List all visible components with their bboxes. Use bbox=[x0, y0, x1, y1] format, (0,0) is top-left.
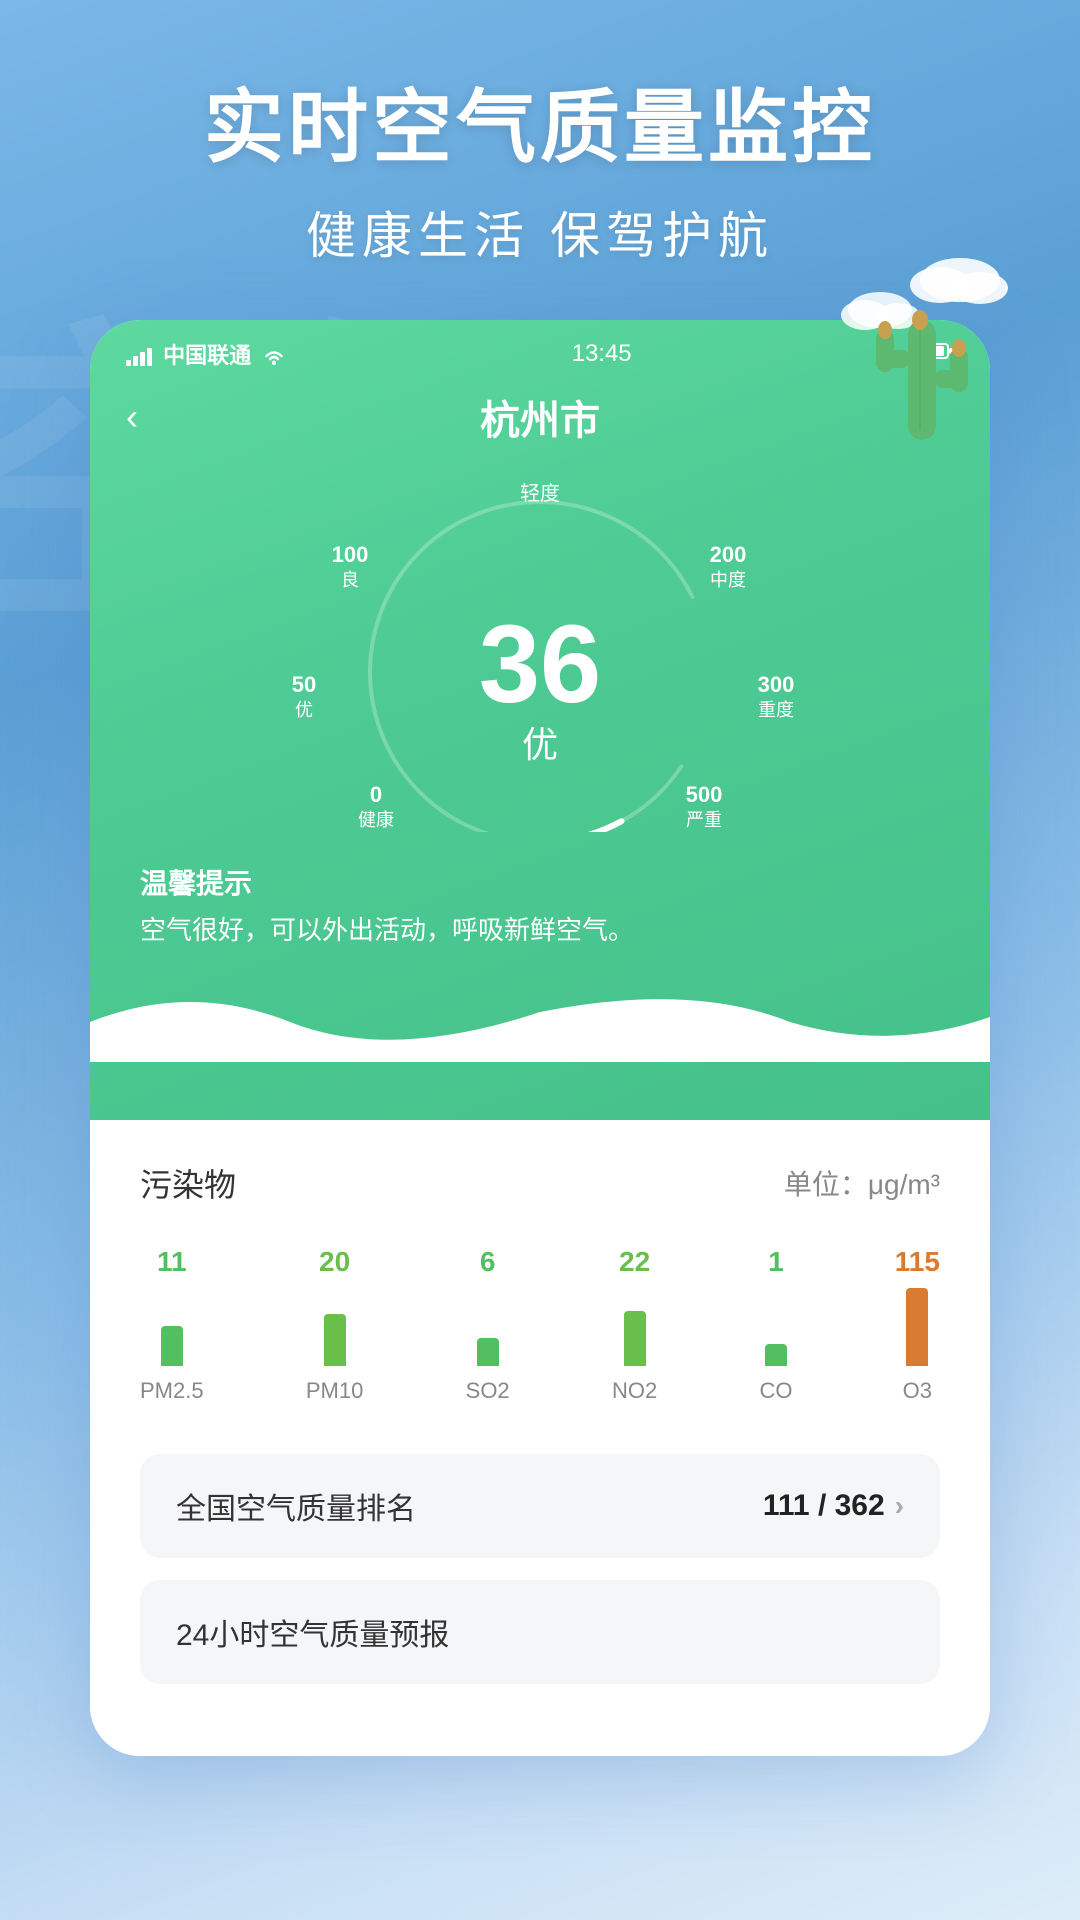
city-name: 杭州市 bbox=[480, 388, 600, 446]
ranking-card[interactable]: 全国空气质量排名 111 / 362 › bbox=[140, 1454, 940, 1558]
status-time: 13:45 bbox=[572, 340, 632, 368]
cactus-decoration bbox=[820, 240, 1020, 470]
svg-text:36: 36 bbox=[479, 603, 601, 726]
pollutant-value: 6 bbox=[480, 1246, 496, 1278]
white-section: 污染物 单位：μg/m³ 11 PM2.5 20 PM10 6 SO2 bbox=[90, 1120, 990, 1756]
header-section: 实时空气质量监控 健康生活 保驾护航 bbox=[0, 0, 1080, 268]
status-carrier: 中国联通 bbox=[126, 338, 285, 370]
svg-text:优: 优 bbox=[295, 700, 313, 720]
phone-card-wrapper: 中国联通 13:45 bbox=[90, 320, 990, 1756]
svg-text:0: 0 bbox=[370, 782, 382, 807]
signal-icon bbox=[126, 343, 163, 368]
svg-text:优: 优 bbox=[522, 724, 558, 765]
header-title: 实时空气质量监控 bbox=[0, 80, 1080, 176]
pollutant-bar-container bbox=[765, 1286, 787, 1366]
svg-text:300: 300 bbox=[758, 672, 795, 697]
pollutant-bar bbox=[477, 1338, 499, 1366]
pollutant-bar bbox=[324, 1314, 346, 1366]
svg-text:200: 200 bbox=[710, 542, 747, 567]
pollutant-bar bbox=[765, 1344, 787, 1366]
pollutant-bar bbox=[161, 1326, 183, 1366]
ranking-chevron: › bbox=[895, 1490, 904, 1522]
ranking-value: 111 / 362 › bbox=[763, 1489, 904, 1523]
pollutant-label: SO2 bbox=[466, 1378, 510, 1404]
svg-text:100: 100 bbox=[332, 542, 369, 567]
forecast-card[interactable]: 24小时空气质量预报 bbox=[140, 1580, 940, 1684]
pollutant-item: 22 NO2 bbox=[612, 1246, 657, 1404]
pollutant-item: 6 SO2 bbox=[466, 1246, 510, 1404]
svg-text:50: 50 bbox=[292, 672, 316, 697]
phone-card: 中国联通 13:45 bbox=[90, 320, 990, 1756]
pollutant-value: 22 bbox=[619, 1246, 650, 1278]
pollutant-item: 115 O3 bbox=[895, 1246, 940, 1404]
pollutant-bar-container bbox=[161, 1286, 183, 1366]
svg-text:严重: 严重 bbox=[686, 810, 722, 830]
pollutant-label: O3 bbox=[903, 1378, 932, 1404]
pollutants-grid: 11 PM2.5 20 PM10 6 SO2 22 NO2 1 bbox=[140, 1246, 940, 1404]
svg-text:中度: 中度 bbox=[710, 570, 746, 590]
pollutant-bar-container bbox=[324, 1286, 346, 1366]
forecast-label: 24小时空气质量预报 bbox=[176, 1610, 449, 1654]
pollutant-item: 11 PM2.5 bbox=[140, 1246, 204, 1404]
pollutant-bar bbox=[906, 1288, 928, 1366]
pollutant-label: NO2 bbox=[612, 1378, 657, 1404]
back-button[interactable]: ‹ bbox=[126, 396, 138, 438]
tip-text: 空气很好，可以外出活动，呼吸新鲜空气。 bbox=[140, 910, 940, 952]
pollutants-header: 污染物 单位：μg/m³ bbox=[140, 1160, 940, 1206]
pollutants-unit: 单位：μg/m³ bbox=[784, 1163, 940, 1203]
svg-text:重度: 重度 bbox=[758, 700, 794, 720]
pollutant-label: PM10 bbox=[306, 1378, 363, 1404]
pollutant-bar bbox=[624, 1311, 646, 1366]
pollutant-label: CO bbox=[759, 1378, 792, 1404]
svg-text:500: 500 bbox=[686, 782, 723, 807]
svg-text:健康: 健康 bbox=[358, 810, 394, 830]
pollutants-title: 污染物 bbox=[140, 1160, 236, 1206]
gauge-container: 轻度 200 中度 300 重度 500 严重 0 健康 50 优 bbox=[90, 462, 990, 852]
pollutant-item: 1 CO bbox=[759, 1246, 792, 1404]
pollutant-bar-container bbox=[477, 1286, 499, 1366]
ranking-label: 全国空气质量排名 bbox=[176, 1484, 416, 1528]
pollutant-value: 1 bbox=[768, 1246, 784, 1278]
tip-title: 温馨提示 bbox=[140, 862, 940, 902]
pollutant-value: 11 bbox=[157, 1246, 187, 1278]
pollutant-value: 115 bbox=[895, 1246, 940, 1278]
wifi-icon bbox=[263, 343, 285, 368]
pollutant-label: PM2.5 bbox=[140, 1378, 204, 1404]
pollutant-item: 20 PM10 bbox=[306, 1246, 363, 1404]
tip-section: 温馨提示 空气很好，可以外出活动，呼吸新鲜空气。 bbox=[90, 852, 990, 982]
svg-text:良: 良 bbox=[341, 570, 359, 590]
pollutant-bar-container bbox=[624, 1286, 646, 1366]
pollutant-bar-container bbox=[906, 1286, 928, 1366]
pollutant-value: 20 bbox=[319, 1246, 350, 1278]
